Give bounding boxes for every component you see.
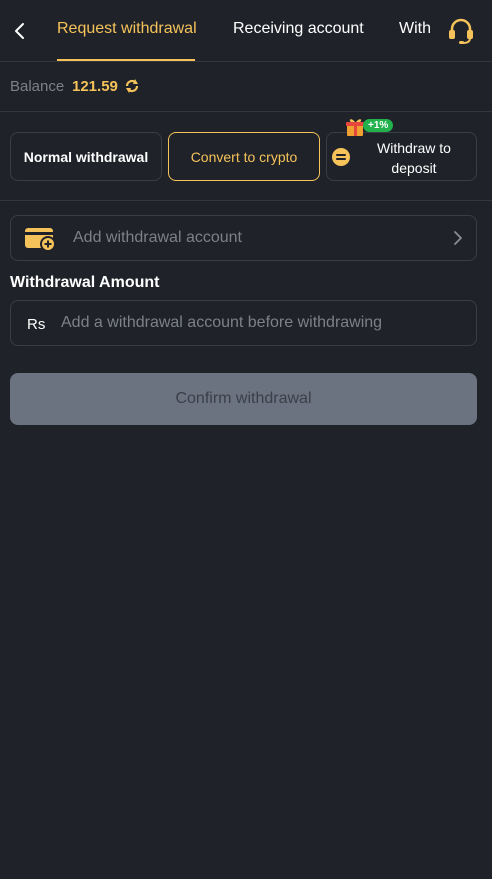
customer-support-button[interactable] <box>444 16 478 46</box>
chevron-left-icon <box>15 23 24 39</box>
exchange-icon <box>332 148 350 166</box>
headset-icon <box>449 18 473 44</box>
add-withdrawal-account-button[interactable]: Add withdrawal account <box>10 215 477 261</box>
chevron-right-icon <box>454 231 462 245</box>
promo-badge: +1% <box>363 119 394 132</box>
balance-label: Balance <box>10 78 65 95</box>
currency-symbol: Rs <box>27 316 46 333</box>
withdrawal-method-selector: Normal withdrawal Convert to crypto With… <box>0 112 492 201</box>
withdrawal-amount-title: Withdrawal Amount <box>10 274 160 291</box>
header-bar: Request withdrawal Receiving account Wit… <box>0 0 492 62</box>
refresh-icon[interactable] <box>123 77 141 95</box>
gift-icon <box>346 119 364 136</box>
withdraw-to-deposit-option[interactable]: Withdraw to deposit +1% <box>326 119 477 181</box>
tab-withdrawal-records[interactable]: With <box>399 20 431 38</box>
normal-withdrawal-option[interactable]: Normal withdrawal <box>10 132 162 181</box>
tab-receiving-account[interactable]: Receiving account <box>233 20 364 38</box>
balance-row: Balance 121.59 <box>0 62 492 112</box>
add-withdrawal-account-label: Add withdrawal account <box>73 229 242 246</box>
active-tab-indicator <box>57 59 195 61</box>
confirm-withdrawal-button[interactable]: Confirm withdrawal <box>10 373 477 425</box>
wallet-add-icon <box>25 228 56 252</box>
back-button[interactable] <box>8 18 30 44</box>
promo-bonus: +1% <box>345 117 394 137</box>
withdraw-to-deposit-label: Withdraw to deposit <box>377 140 451 176</box>
balance-value: 121.59 <box>72 78 118 95</box>
tab-request-withdrawal[interactable]: Request withdrawal <box>57 20 197 38</box>
withdrawal-amount-field: Rs <box>10 300 477 346</box>
convert-to-crypto-option[interactable]: Convert to crypto <box>168 132 320 181</box>
withdrawal-amount-input[interactable] <box>61 302 466 344</box>
